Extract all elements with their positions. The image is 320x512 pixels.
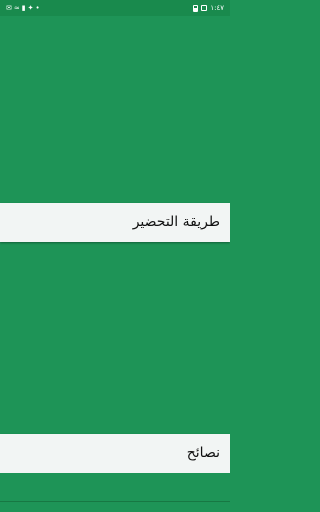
card-label[interactable]: طريقة التحضير xyxy=(0,203,230,242)
status-icons-right: ١:٤٧ xyxy=(193,0,224,16)
card-label[interactable]: نصائح xyxy=(0,434,230,473)
screenshot-icon xyxy=(201,5,208,11)
next-card-peek[interactable] xyxy=(0,473,230,512)
divider xyxy=(0,501,230,502)
status-icons-left: ✉ ≈ ▮ ✦ • xyxy=(6,0,40,16)
card-tips[interactable]: نصائح xyxy=(0,247,230,473)
app-screen: ✉ ≈ ▮ ✦ • ١:٤٧ طريقة التحضير نصائح xyxy=(0,0,230,512)
signal-icon: ▮ xyxy=(21,4,26,12)
card-preparation-method[interactable]: طريقة التحضير xyxy=(0,16,230,242)
status-bar: ✉ ≈ ▮ ✦ • ١:٤٧ xyxy=(0,0,230,16)
dots-icon: • xyxy=(35,4,40,12)
sms-icon: ✉ xyxy=(6,4,12,12)
battery-icon xyxy=(193,4,199,12)
wifi-icon: ≈ xyxy=(13,4,20,12)
notification-icon: ✦ xyxy=(27,4,34,12)
status-time: ١:٤٧ xyxy=(210,4,224,12)
